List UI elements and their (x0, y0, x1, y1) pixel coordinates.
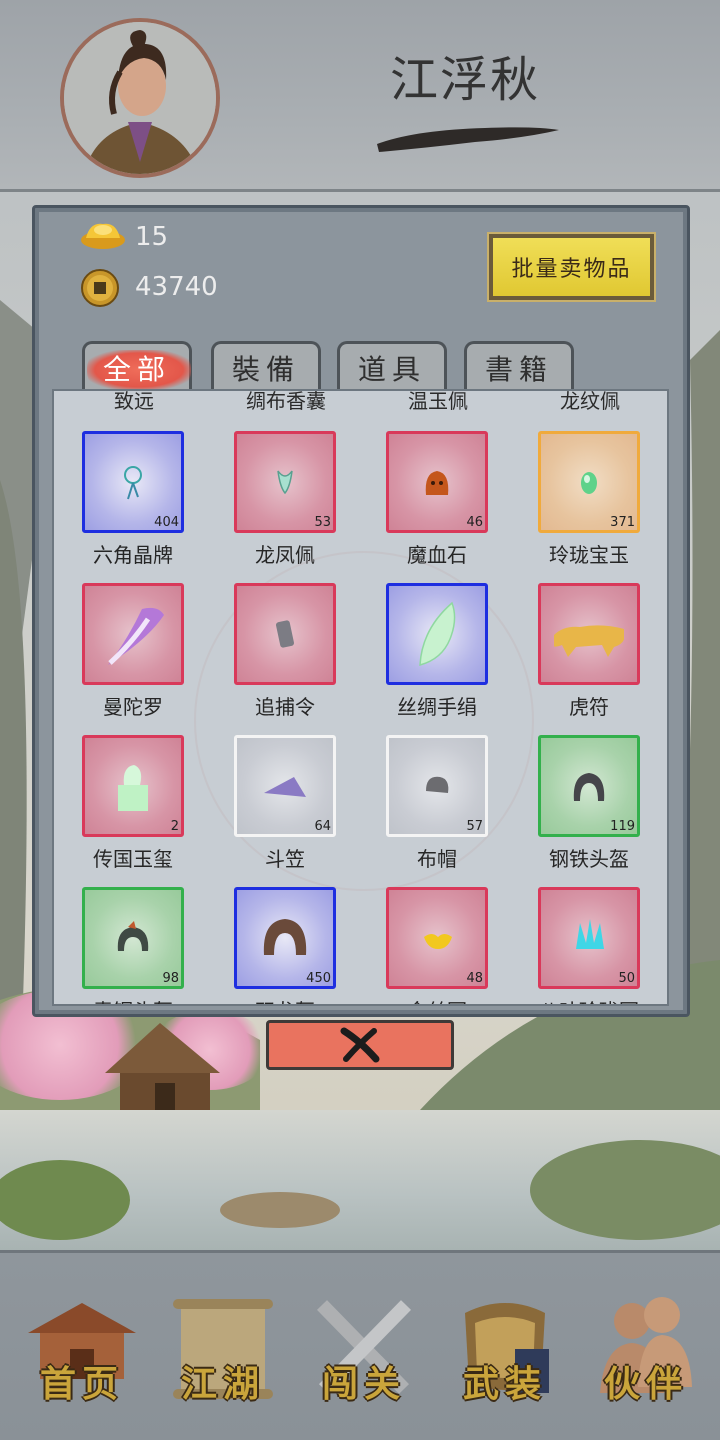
item-quantity: 46 (466, 515, 483, 530)
inventory-item[interactable]: 119 钢铁头盔 (510, 695, 660, 871)
item-name: 八叶玲珑冠 (510, 995, 667, 1004)
inventory-item[interactable]: 450 双龙盔 (206, 847, 356, 1004)
nav-challenge[interactable]: 闯关 (304, 1293, 424, 1413)
handkerchief-icon (419, 601, 456, 666)
inventory-item[interactable]: 404 六角晶牌 (54, 391, 204, 567)
item-quantity: 57 (466, 819, 483, 834)
item-quantity: 50 (618, 971, 635, 986)
tab-items[interactable]: 道具 (337, 341, 447, 391)
inventory-item[interactable]: 50 八叶玲珑冠 (510, 847, 660, 1004)
inventory-item[interactable]: 丝绸手绢 (358, 543, 508, 719)
coin-currency: 43740 (80, 268, 218, 315)
seal-icon (118, 765, 148, 811)
close-button[interactable] (266, 1020, 454, 1070)
pendant-icon (277, 470, 293, 495)
gold-ingot-icon (81, 223, 125, 249)
item-quantity: 48 (466, 971, 483, 986)
item-quantity: 450 (306, 971, 331, 986)
inventory-item[interactable]: 追捕令 (206, 543, 356, 719)
inventory-item[interactable]: 98 青铜头盔 (54, 847, 204, 1004)
stone-icon (425, 471, 449, 495)
avatar[interactable] (60, 18, 220, 178)
nav-label: 首页 (39, 1363, 124, 1405)
item-quantity: 98 (162, 971, 179, 986)
bottom-nav: 首页 江湖 闯关 武装 伙伴 (0, 1250, 720, 1440)
tab-all[interactable]: 全部 (82, 341, 192, 391)
inventory-item[interactable]: 48 金丝冠 (358, 847, 508, 1004)
inventory-item[interactable]: 57 布帽 (358, 695, 508, 871)
tab-label: 道具 (357, 352, 426, 386)
item-quantity: 119 (610, 819, 635, 834)
helmet-icon (573, 773, 605, 801)
nav-label: 伙伴 (603, 1363, 688, 1405)
nav-label: 江湖 (180, 1363, 265, 1405)
tiger-tally-icon (554, 625, 624, 657)
copper-coin-icon (81, 269, 119, 307)
item-name: 金丝冠 (358, 995, 516, 1004)
nav-label: 闯关 (321, 1363, 406, 1405)
item-quantity: 404 (154, 515, 179, 530)
player-name: 江浮秋 (389, 52, 540, 108)
inventory-item[interactable]: 53 龙凤佩 (206, 391, 356, 567)
nav-partners[interactable]: 伙伴 (586, 1293, 706, 1413)
inventory-item[interactable]: 2 传国玉玺 (54, 695, 204, 871)
nav-home[interactable]: 首页 (22, 1293, 142, 1413)
token-icon (276, 620, 294, 648)
flower-icon (108, 607, 164, 665)
tab-equipment[interactable]: 裝備 (211, 341, 321, 391)
bronze-helmet-icon (117, 921, 149, 951)
jade-icon (581, 472, 597, 494)
gold-crown-icon (424, 934, 452, 949)
close-icon (340, 1027, 380, 1063)
dragon-helmet-icon (263, 919, 307, 955)
tab-label: 全部 (102, 352, 171, 386)
item-quantity: 371 (610, 515, 635, 530)
item-grid[interactable]: 致远 绸布香囊 温玉佩 龙纹佩 404 六角晶牌 53 龙凤佩 46 魔血石 3… (52, 389, 669, 1006)
inventory-item[interactable]: 曼陀罗 (54, 543, 204, 719)
nav-armament[interactable]: 武装 (445, 1293, 565, 1413)
batch-sell-button[interactable]: 批量卖物品 (489, 234, 654, 300)
hut-icon (105, 1023, 220, 1113)
item-name: 双龙盔 (206, 995, 364, 1004)
inventory-item[interactable]: 371 玲珑宝玉 (510, 391, 660, 567)
leaf-crown-icon (576, 919, 604, 949)
nav-label: 武装 (462, 1363, 547, 1405)
inventory-item[interactable]: 虎符 (510, 543, 660, 719)
riverbank (0, 1140, 720, 1240)
tab-label: 裝備 (231, 352, 300, 386)
coin-count: 43740 (135, 272, 218, 302)
item-quantity: 2 (170, 819, 179, 834)
player-header: 江浮秋 (0, 0, 720, 192)
cloth-cap-icon (426, 776, 449, 793)
charm-icon (124, 466, 142, 500)
inventory-item[interactable]: 46 魔血石 (358, 391, 508, 567)
item-quantity: 64 (314, 819, 331, 834)
straw-hat-icon (264, 777, 306, 797)
ingot-count: 15 (135, 222, 169, 252)
ingot-currency: 15 (80, 218, 168, 257)
ink-brush-stroke (377, 127, 559, 152)
inventory-item[interactable]: 64 斗笠 (206, 695, 356, 871)
tab-label: 書籍 (484, 352, 553, 386)
nav-jianghu[interactable]: 江湖 (163, 1293, 283, 1413)
item-name: 青铜头盔 (54, 995, 212, 1004)
character-portrait (64, 22, 216, 174)
item-quantity: 53 (314, 515, 331, 530)
tab-books[interactable]: 書籍 (464, 341, 574, 391)
